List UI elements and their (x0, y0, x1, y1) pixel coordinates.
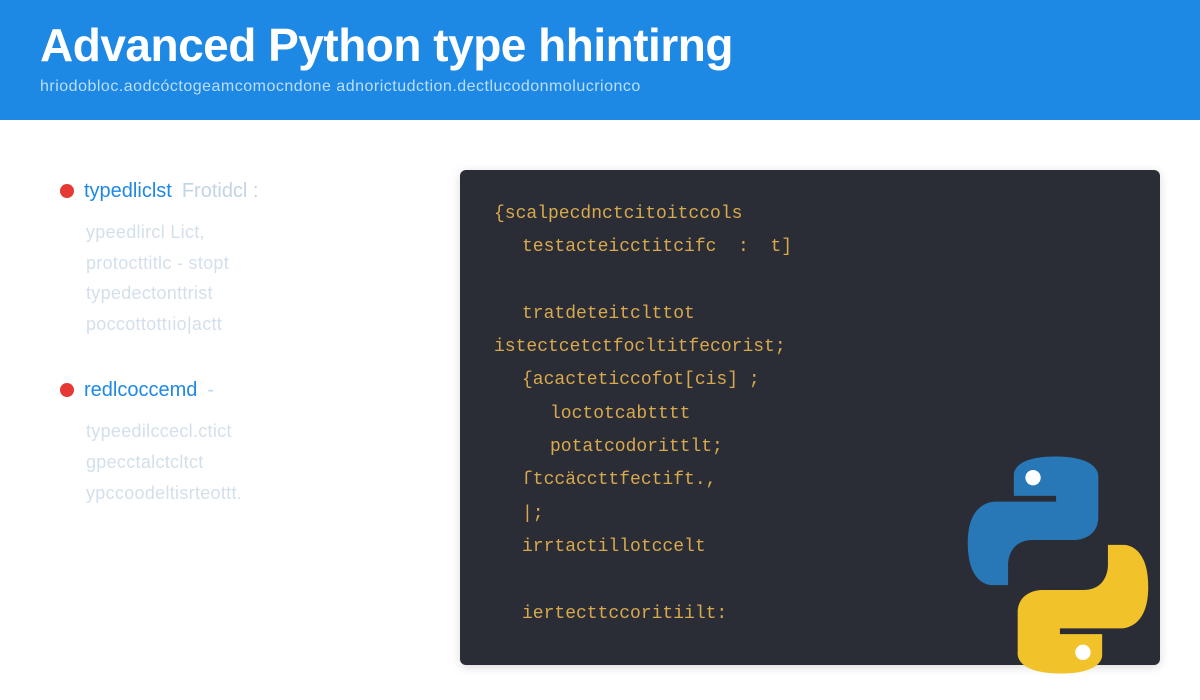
code-line: istectcetctfocltitfecorist; (494, 331, 1126, 364)
bullet-column: typedliclst Frotidcl : ypeedlircl Lict, … (60, 170, 420, 665)
code-line: {acacteticcofot[cis] ; (494, 364, 1126, 397)
bullet-line: gpecctalctcltct (86, 447, 420, 478)
code-line: tratdeteitclttot (494, 298, 1126, 331)
code-line: loctotcabtttt (494, 398, 1126, 431)
bullet-line: protocttitlc - stopt (86, 248, 420, 279)
slide-header: Advanced Python type hhintirng hriodoblo… (0, 0, 1200, 120)
bullet-line: ypccoodeltisrteottt. (86, 478, 420, 509)
code-line: testacteicctitcifc : t] (494, 231, 1126, 264)
code-line: {scalpecdnctcitoitccols (494, 198, 1126, 231)
bullet-suffix: Frotidcl : (182, 180, 259, 203)
bullet-lines: ypeedlircl Lict, protocttitlc - stopt ty… (60, 217, 420, 339)
bullet-line: poccottottıio|actt (86, 309, 420, 340)
bullet-group: redlcoccemd - typeedilccecl.ctict gpecct… (60, 379, 420, 508)
bullet-dot-icon (60, 184, 74, 198)
bullet-dot-icon (60, 383, 74, 397)
python-logo-icon (938, 445, 1178, 685)
bullet-term: redlcoccemd (84, 379, 197, 402)
bullet-line: typeedilccecl.ctict (86, 416, 420, 447)
bullet-line: ypeedlircl Lict, (86, 217, 420, 248)
bullet-lines: typeedilccecl.ctict gpecctalctcltct ypcc… (60, 416, 420, 508)
code-column: {scalpecdnctcitoitccolstestacteicctitcif… (460, 170, 1160, 665)
bullet-suffix: - (207, 379, 214, 402)
bullet-header: typedliclst Frotidcl : (60, 180, 420, 203)
bullet-header: redlcoccemd - (60, 379, 420, 402)
slide-title: Advanced Python type hhintirng (40, 18, 1160, 72)
slide-subtitle: hriodobloc.aodcóctogeamcomocndone adnori… (40, 78, 1160, 96)
bullet-line: typedectonttrist (86, 278, 420, 309)
slide-content: typedliclst Frotidcl : ypeedlircl Lict, … (0, 120, 1200, 695)
bullet-term: typedliclst (84, 180, 172, 203)
code-line (494, 265, 1126, 298)
bullet-group: typedliclst Frotidcl : ypeedlircl Lict, … (60, 180, 420, 339)
